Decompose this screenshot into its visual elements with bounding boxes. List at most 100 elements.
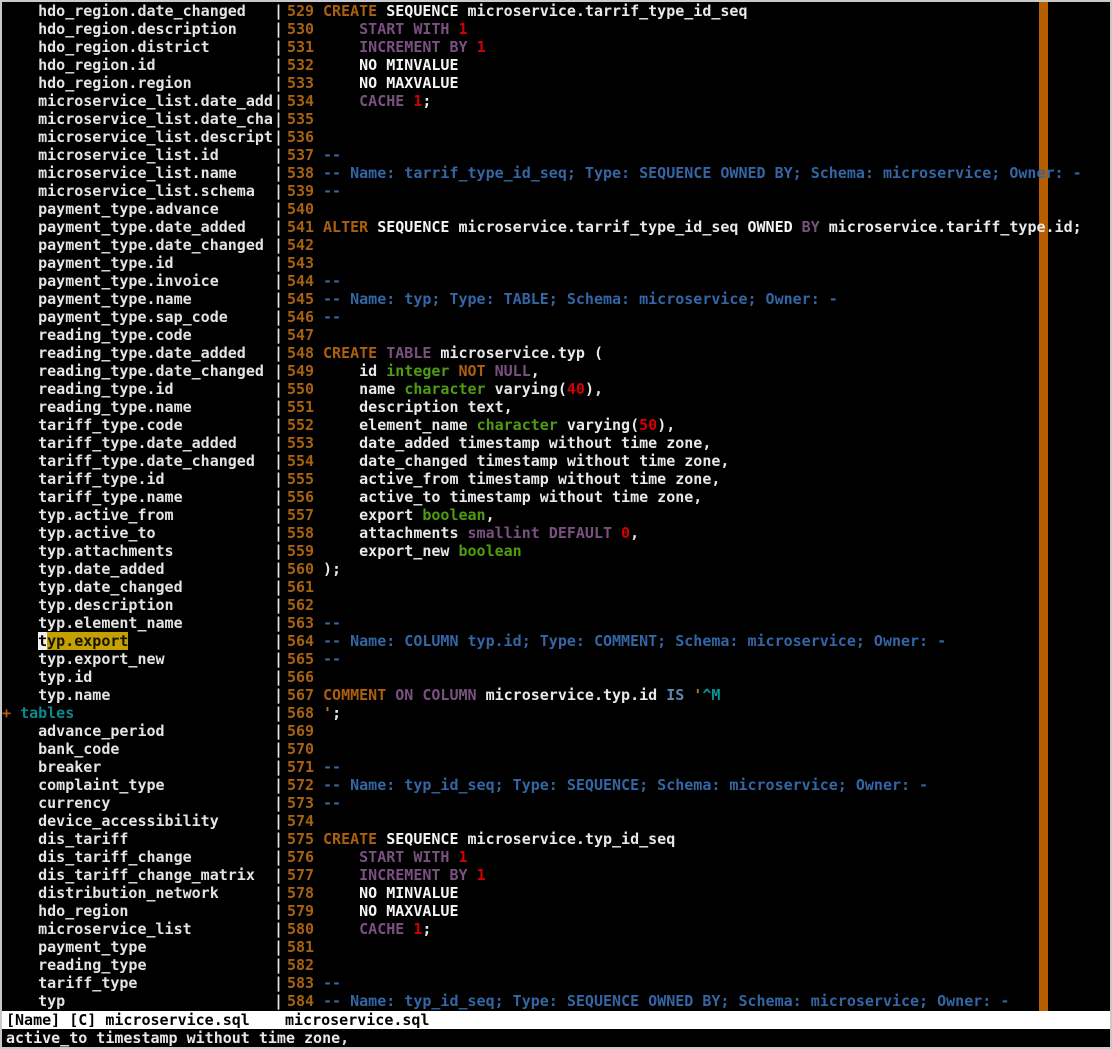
code-line[interactable]: 533 NO MAXVALUE: [283, 74, 1110, 92]
tag-item[interactable]: dis_tariff_change: [2, 848, 274, 866]
code-line[interactable]: 543: [283, 254, 1110, 272]
code-line[interactable]: 531 INCREMENT BY 1: [283, 38, 1110, 56]
code-line[interactable]: 567 COMMENT ON COLUMN microservice.typ.i…: [283, 686, 1110, 704]
code-line[interactable]: 540: [283, 200, 1110, 218]
tag-item[interactable]: payment_type: [2, 938, 274, 956]
tag-item[interactable]: hdo_region: [2, 902, 274, 920]
code-line[interactable]: 552 element_name character varying(50),: [283, 416, 1110, 434]
tag-item[interactable]: typ.description: [2, 596, 274, 614]
tag-item[interactable]: dis_tariff_change_matrix: [2, 866, 274, 884]
tag-item[interactable]: payment_type.date_added: [2, 218, 274, 236]
tag-item[interactable]: typ.export_new: [2, 650, 274, 668]
code-line[interactable]: 555 active_from timestamp without time z…: [283, 470, 1110, 488]
code-line[interactable]: 560 );: [283, 560, 1110, 578]
tag-item-selected[interactable]: typ.export: [2, 632, 274, 650]
tag-item[interactable]: reading_type.name: [2, 398, 274, 416]
tag-item[interactable]: typ.date_added: [2, 560, 274, 578]
tag-item[interactable]: tariff_type.code: [2, 416, 274, 434]
code-line[interactable]: 554 date_changed timestamp without time …: [283, 452, 1110, 470]
code-line[interactable]: 550 name character varying(40),: [283, 380, 1110, 398]
code-line[interactable]: 582: [283, 956, 1110, 974]
code-line[interactable]: 571 --: [283, 758, 1110, 776]
code-line[interactable]: 548 CREATE TABLE microservice.typ (: [283, 344, 1110, 362]
code-line[interactable]: 537 --: [283, 146, 1110, 164]
code-line[interactable]: 549 id integer NOT NULL,: [283, 362, 1110, 380]
tag-item[interactable]: typ.date_changed: [2, 578, 274, 596]
tag-item[interactable]: microservice_list.date_add: [2, 92, 274, 110]
tag-item[interactable]: microservice_list.name: [2, 164, 274, 182]
tag-item[interactable]: advance_period: [2, 722, 274, 740]
code-line[interactable]: 579 NO MAXVALUE: [283, 902, 1110, 920]
code-line[interactable]: 572 -- Name: typ_id_seq; Type: SEQUENCE;…: [283, 776, 1110, 794]
tag-section-tables[interactable]: + tables: [2, 704, 274, 722]
code-line[interactable]: 541 ALTER SEQUENCE microservice.tarrif_t…: [283, 218, 1110, 236]
tag-item[interactable]: typ.id: [2, 668, 274, 686]
code-line[interactable]: 564 -- Name: COLUMN typ.id; Type: COMMEN…: [283, 632, 1110, 650]
tag-item[interactable]: tariff_type.date_added: [2, 434, 274, 452]
tag-item[interactable]: reading_type.code: [2, 326, 274, 344]
tag-item[interactable]: microservice_list: [2, 920, 274, 938]
code-line[interactable]: 578 NO MINVALUE: [283, 884, 1110, 902]
code-line[interactable]: 534 CACHE 1;: [283, 92, 1110, 110]
tag-item[interactable]: hdo_region.id: [2, 56, 274, 74]
tag-item[interactable]: reading_type.date_changed: [2, 362, 274, 380]
code-line[interactable]: 538 -- Name: tarrif_type_id_seq; Type: S…: [283, 164, 1110, 182]
tag-item[interactable]: device_accessibility: [2, 812, 274, 830]
tag-item[interactable]: typ.active_from: [2, 506, 274, 524]
tag-item[interactable]: microservice_list.schema: [2, 182, 274, 200]
tag-item[interactable]: dis_tariff: [2, 830, 274, 848]
tag-item[interactable]: typ.element_name: [2, 614, 274, 632]
tag-item[interactable]: tariff_type.name: [2, 488, 274, 506]
code-line[interactable]: 565 --: [283, 650, 1110, 668]
code-line[interactable]: 563 --: [283, 614, 1110, 632]
code-line[interactable]: 532 NO MINVALUE: [283, 56, 1110, 74]
tag-item[interactable]: hdo_region.description: [2, 20, 274, 38]
tag-item[interactable]: payment_type.sap_code: [2, 308, 274, 326]
code-line[interactable]: 581: [283, 938, 1110, 956]
code-line[interactable]: 569: [283, 722, 1110, 740]
code-line[interactable]: 566: [283, 668, 1110, 686]
tag-item[interactable]: microservice_list.date_cha: [2, 110, 274, 128]
code-line[interactable]: 547: [283, 326, 1110, 344]
tag-item[interactable]: currency: [2, 794, 274, 812]
tag-item[interactable]: tariff_type.date_changed: [2, 452, 274, 470]
code-line[interactable]: 562: [283, 596, 1110, 614]
code-line[interactable]: 583 --: [283, 974, 1110, 992]
code-line[interactable]: 542: [283, 236, 1110, 254]
code-line[interactable]: 570: [283, 740, 1110, 758]
code-line[interactable]: 559 export_new boolean: [283, 542, 1110, 560]
tag-item[interactable]: payment_type.id: [2, 254, 274, 272]
code-line[interactable]: 535: [283, 110, 1110, 128]
tag-item[interactable]: microservice_list.descript: [2, 128, 274, 146]
tag-item[interactable]: distribution_network: [2, 884, 274, 902]
code-line[interactable]: 575 CREATE SEQUENCE microservice.typ_id_…: [283, 830, 1110, 848]
tag-item[interactable]: tariff_type.id: [2, 470, 274, 488]
code-line[interactable]: 561: [283, 578, 1110, 596]
code-line[interactable]: 553 date_added timestamp without time zo…: [283, 434, 1110, 452]
code-line[interactable]: 580 CACHE 1;: [283, 920, 1110, 938]
tag-item[interactable]: microservice_list.id: [2, 146, 274, 164]
code-line[interactable]: 530 START WITH 1: [283, 20, 1110, 38]
code-line[interactable]: 556 active_to timestamp without time zon…: [283, 488, 1110, 506]
code-line[interactable]: 577 INCREMENT BY 1: [283, 866, 1110, 884]
code-line[interactable]: 584 -- Name: typ_id_seq; Type: SEQUENCE …: [283, 992, 1110, 1010]
code-line[interactable]: 544 --: [283, 272, 1110, 290]
tag-item[interactable]: payment_type.name: [2, 290, 274, 308]
code-line[interactable]: 576 START WITH 1: [283, 848, 1110, 866]
tag-item[interactable]: tariff_type: [2, 974, 274, 992]
code-line[interactable]: 568 ';: [283, 704, 1110, 722]
tag-item[interactable]: payment_type.invoice: [2, 272, 274, 290]
tag-item[interactable]: typ.attachments: [2, 542, 274, 560]
code-line[interactable]: 539 --: [283, 182, 1110, 200]
code-line[interactable]: 546 --: [283, 308, 1110, 326]
code-line[interactable]: 551 description text,: [283, 398, 1110, 416]
code-line[interactable]: 545 -- Name: typ; Type: TABLE; Schema: m…: [283, 290, 1110, 308]
tag-item[interactable]: hdo_region.date_changed: [2, 2, 274, 20]
tag-item[interactable]: payment_type.date_changed: [2, 236, 274, 254]
tag-item[interactable]: hdo_region.region: [2, 74, 274, 92]
tag-item[interactable]: typ.name: [2, 686, 274, 704]
tag-item[interactable]: reading_type.date_added: [2, 344, 274, 362]
tag-item[interactable]: reading_type: [2, 956, 274, 974]
tag-item[interactable]: typ: [2, 992, 274, 1010]
editor-panel[interactable]: 529 CREATE SEQUENCE microservice.tarrif_…: [283, 2, 1110, 1011]
